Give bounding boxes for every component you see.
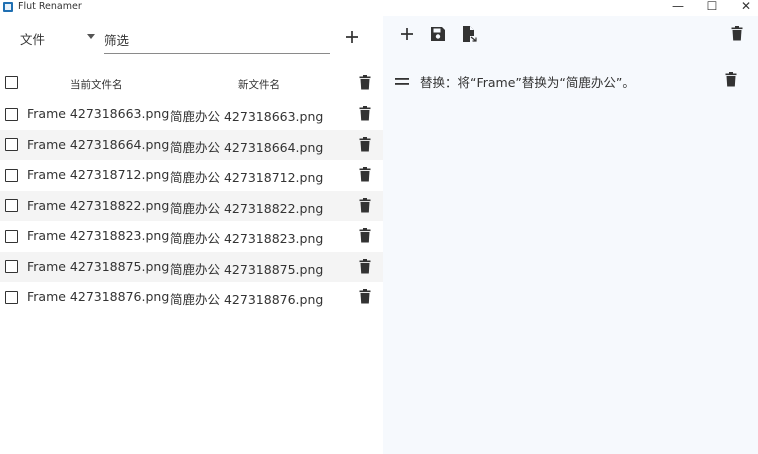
file-row[interactable]: Frame 427318663.png 简鹿办公 427318663.png — [0, 99, 383, 130]
file-row-checkbox[interactable] — [5, 138, 18, 151]
rules-pane: 替换：将“Frame”替换为“简鹿办公”。 — [383, 16, 758, 454]
clear-all-files-button[interactable] — [359, 75, 371, 90]
save-icon[interactable] — [429, 25, 447, 43]
file-list-pane: 文件 当前文件名 新文件名 Frame 427318663.png简鹿办公 42… — [0, 16, 383, 454]
remove-file-button[interactable] — [359, 197, 371, 213]
remove-file-button[interactable] — [359, 106, 371, 121]
remove-file-button[interactable] — [359, 167, 371, 182]
current-file-name: Frame 427318875.png — [27, 258, 170, 274]
remove-file-button[interactable] — [359, 228, 371, 243]
column-header-new-name: 新文件名 — [238, 79, 280, 91]
rule-item[interactable]: 替换：将“Frame”替换为“简鹿办公”。 — [383, 68, 758, 94]
file-row-checkbox[interactable] — [5, 229, 18, 243]
file-row-checkbox[interactable] — [5, 107, 18, 121]
file-row-checkbox[interactable] — [5, 168, 18, 182]
rule-description: 替换：将“Frame”替换为“简鹿办公”。 — [420, 75, 635, 90]
chevron-down-icon[interactable] — [87, 34, 95, 39]
new-file-name: 简鹿办公 427318712.png — [170, 170, 324, 185]
file-list: Frame 427318663.png 简鹿办公 427318663.png Fra… — [0, 99, 383, 313]
file-row-checkbox[interactable] — [5, 199, 18, 212]
file-row-checkbox[interactable] — [5, 260, 18, 273]
file-row-checkbox[interactable] — [5, 290, 18, 304]
file-row[interactable]: Frame 427318664.png 简鹿办公 427318664.png — [0, 129, 383, 160]
current-file-name: Frame 427318712.png — [27, 167, 170, 182]
file-list-header: 当前文件名 新文件名 — [0, 69, 383, 97]
file-row[interactable]: Frame 427318822.png 简鹿办公 427318822.png — [0, 190, 383, 221]
new-file-name: 简鹿办公 427318876.png — [170, 292, 324, 307]
select-all-checkbox[interactable] — [5, 76, 18, 89]
new-file-name: 简鹿办公 427318663.png — [170, 109, 324, 124]
window-title: Flut Renamer — [18, 1, 82, 12]
new-file-name: 简鹿办公 427318822.png — [170, 200, 324, 216]
remove-file-button[interactable] — [359, 136, 371, 152]
clear-rules-button[interactable] — [731, 26, 743, 41]
new-file-name: 简鹿办公 427318823.png — [170, 231, 324, 246]
remove-file-button[interactable] — [359, 289, 371, 304]
remove-rule-button[interactable] — [725, 72, 737, 87]
file-menu[interactable]: 文件 — [20, 29, 45, 48]
new-file-name: 简鹿办公 427318664.png — [170, 139, 324, 155]
close-button[interactable]: ✕ — [732, 0, 758, 14]
minimize-button[interactable]: — — [664, 0, 692, 14]
current-file-name: Frame 427318876.png — [27, 289, 170, 304]
new-file-name: 简鹿办公 427318875.png — [170, 261, 324, 277]
drag-handle-icon[interactable] — [395, 78, 409, 85]
filter-input[interactable] — [104, 27, 330, 54]
current-file-name: Frame 427318822.png — [27, 197, 170, 213]
file-row[interactable]: Frame 427318875.png 简鹿办公 427318875.png — [0, 251, 383, 282]
current-file-name: Frame 427318823.png — [27, 228, 170, 243]
file-row[interactable]: Frame 427318712.png 简鹿办公 427318712.png — [0, 160, 383, 191]
add-rule-button[interactable] — [398, 25, 416, 43]
file-row[interactable]: Frame 427318823.png 简鹿办公 427318823.png — [0, 221, 383, 252]
title-bar: Flut Renamer — ☐ ✕ — [0, 0, 758, 16]
app-logo-icon — [3, 2, 13, 12]
add-files-button[interactable] — [343, 28, 361, 46]
current-file-name: Frame 427318663.png — [27, 106, 170, 121]
column-header-current-name: 当前文件名 — [70, 79, 123, 91]
file-row[interactable]: Frame 427318876.png 简鹿办公 427318876.png — [0, 282, 383, 313]
remove-file-button[interactable] — [359, 258, 371, 274]
file-export-icon[interactable] — [460, 25, 478, 43]
maximize-button[interactable]: ☐ — [698, 0, 726, 14]
current-file-name: Frame 427318664.png — [27, 136, 170, 152]
